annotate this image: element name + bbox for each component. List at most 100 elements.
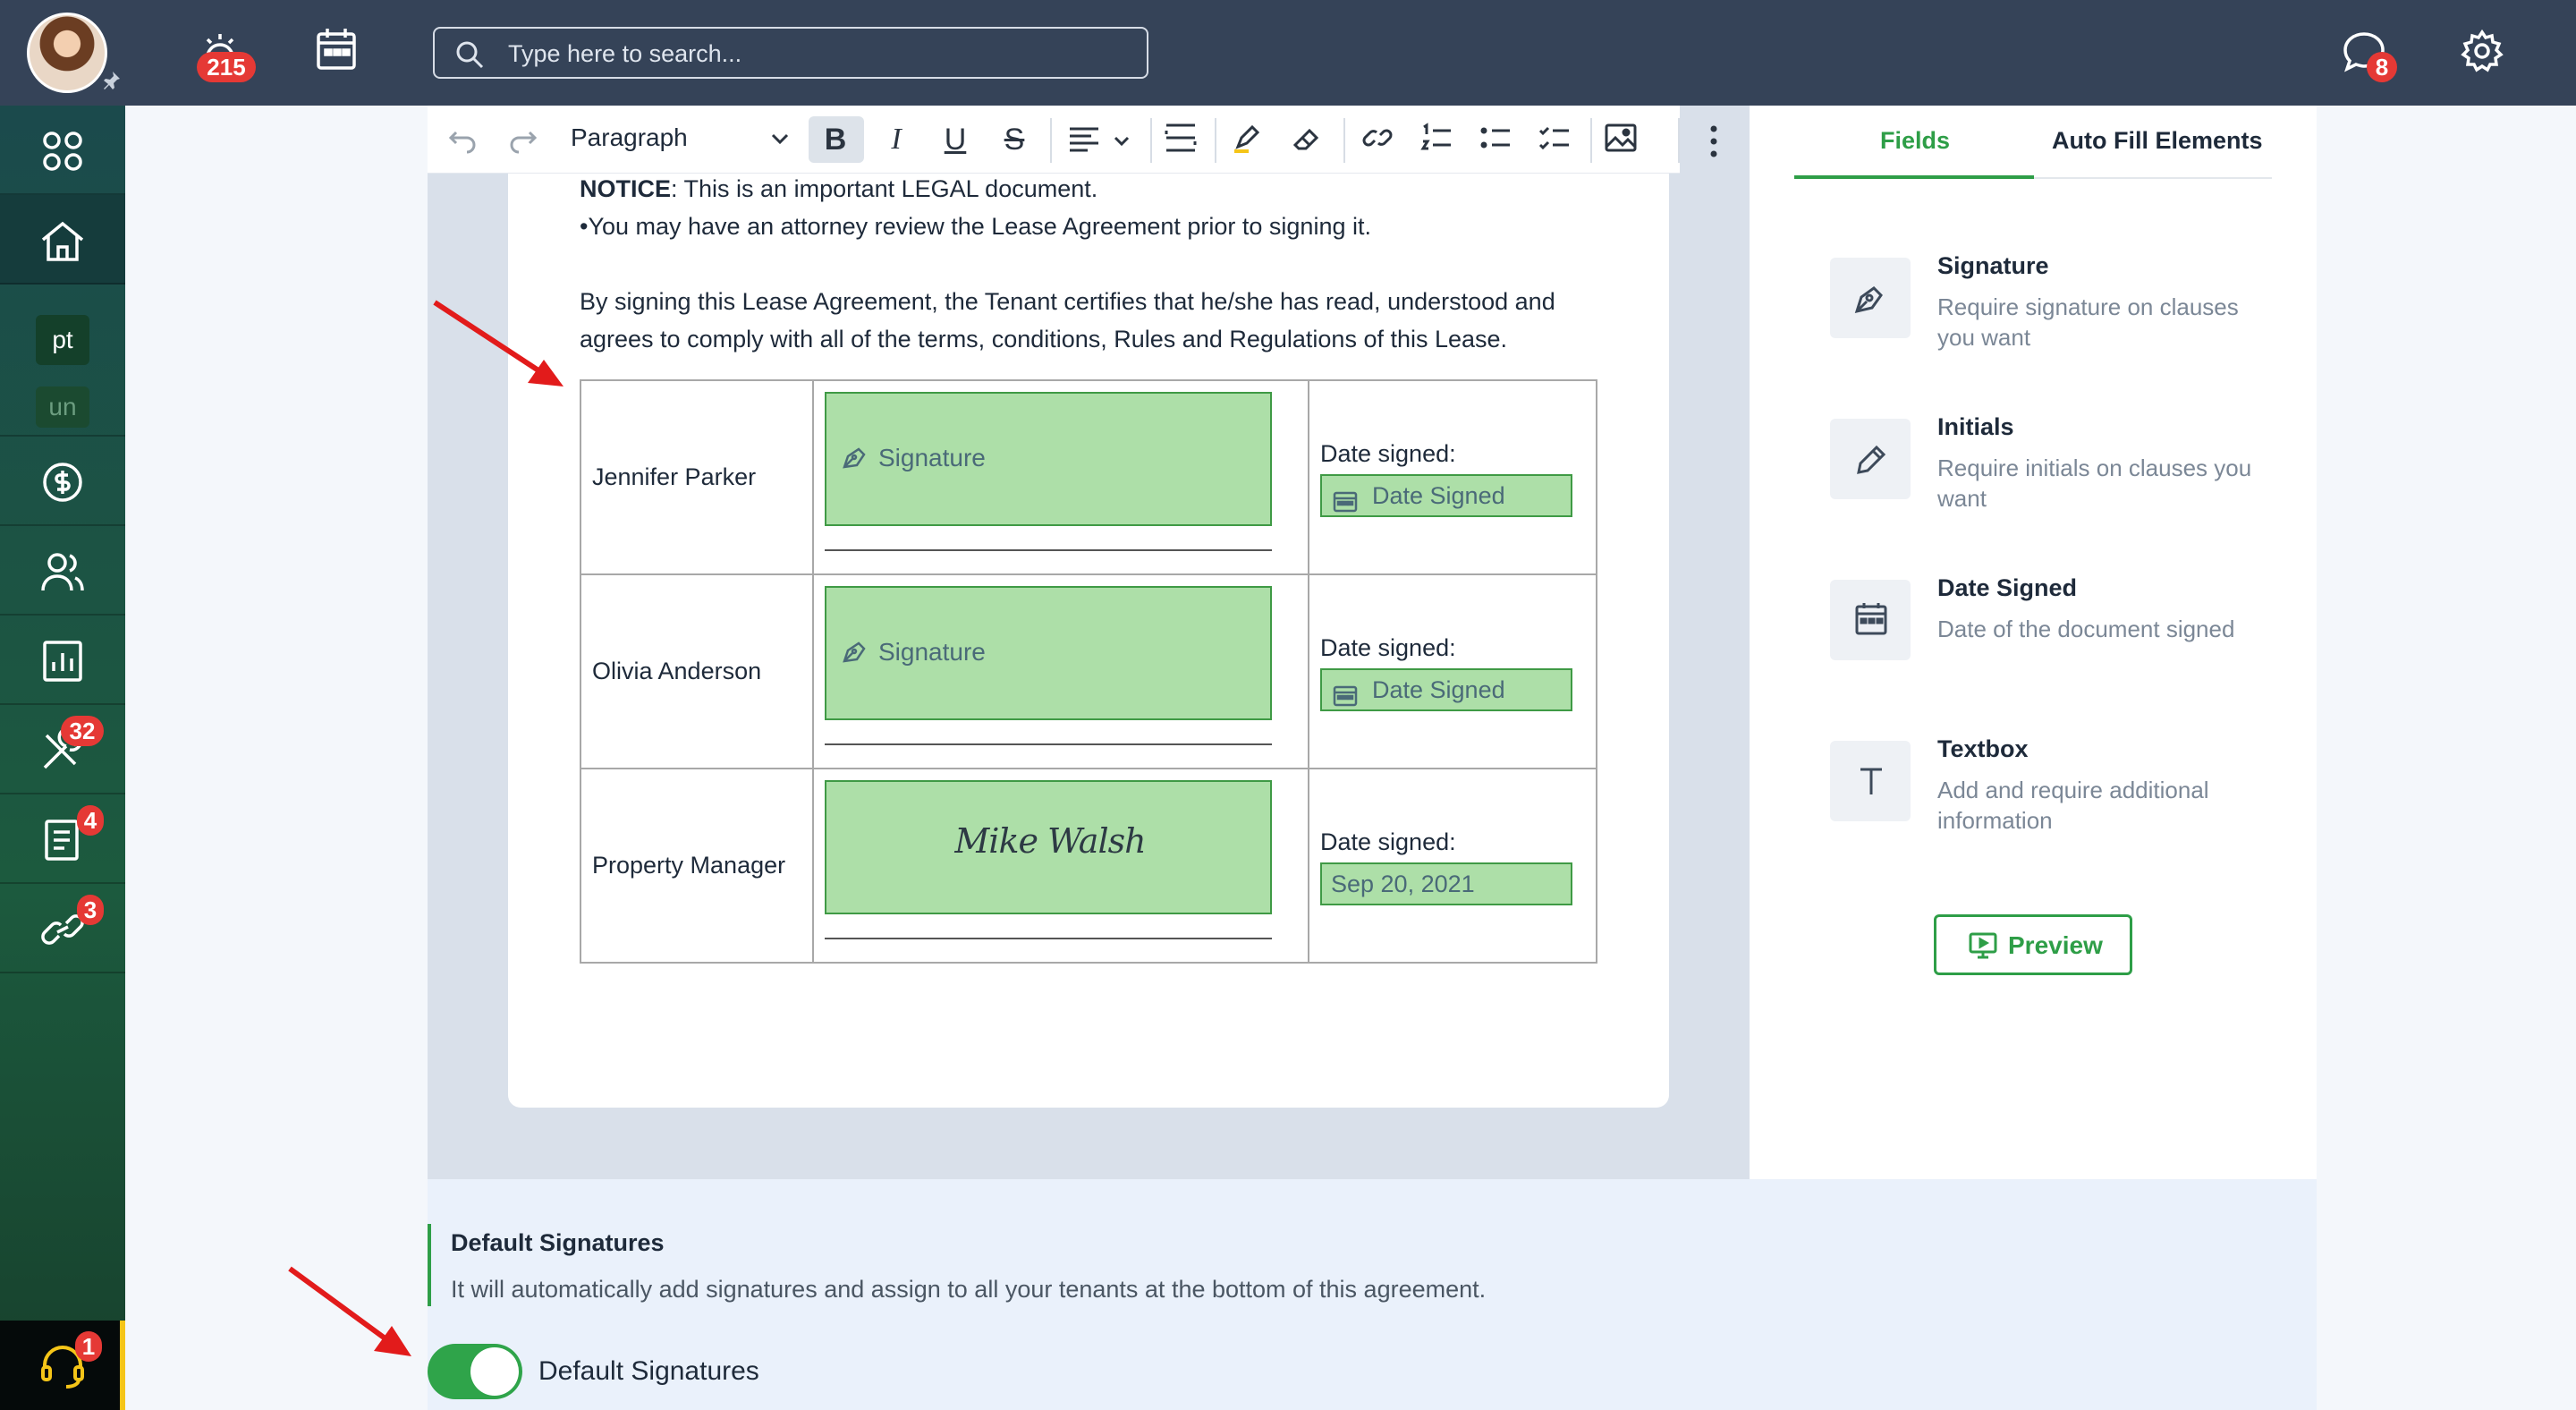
field-date-signed[interactable]: Date Signed Date of the document signed — [1830, 574, 2259, 687]
signer-name: Property Manager — [592, 852, 786, 879]
date-signed-field[interactable]: Date Signed — [1320, 668, 1572, 711]
bullet-list-icon[interactable] — [1478, 122, 1513, 157]
toolbar-separator — [1050, 118, 1052, 163]
highlighter-icon[interactable] — [1229, 122, 1265, 157]
date-signed-field[interactable]: Date Signed — [1320, 474, 1572, 517]
bold-icon[interactable]: B — [818, 122, 853, 157]
more-options-icon[interactable] — [1705, 123, 1723, 164]
toolbar-separator — [1215, 118, 1216, 163]
sidebar-item-accounting[interactable] — [0, 437, 125, 526]
table-row: Property Manager Mike Walsh Date signed:… — [580, 768, 1597, 964]
tab-fields[interactable]: Fields — [1880, 127, 1950, 155]
sidebar-item-maintenance[interactable]: 32 — [0, 705, 125, 794]
notice-label: NOTICE — [580, 175, 672, 202]
toolbar-separator — [1678, 118, 1680, 163]
italic-icon[interactable]: I — [878, 122, 914, 157]
field-signature[interactable]: Signature Require signature on clauses y… — [1830, 252, 2259, 365]
link-icon[interactable] — [1360, 122, 1395, 157]
pin-icon — [100, 70, 122, 91]
sidebar-item-documents[interactable]: 4 — [0, 794, 125, 884]
toolbar-separator — [1343, 118, 1345, 163]
support-badge: 1 — [75, 1331, 102, 1362]
calendar-icon[interactable] — [315, 27, 358, 72]
signature-field[interactable]: Signature — [825, 586, 1272, 720]
support-button[interactable]: 1 — [0, 1321, 125, 1410]
date-signed-value: Date Signed — [1372, 482, 1505, 509]
field-description: Date of the document signed — [1937, 616, 2235, 642]
signature-field[interactable]: Mike Walsh — [825, 780, 1272, 914]
redo-icon[interactable] — [504, 122, 540, 157]
field-textbox[interactable]: Textbox Add and require additional infor… — [1830, 735, 2259, 848]
pencil-icon — [1830, 419, 1911, 499]
field-title: Textbox — [1937, 735, 2029, 762]
paragraph-style-dropdown[interactable]: Paragraph — [571, 123, 688, 152]
notifications-badge: 215 — [197, 52, 256, 82]
signature-field[interactable]: Signature — [825, 392, 1272, 526]
notice-text: : This is an important LEGAL document. — [671, 175, 1098, 202]
calendar-icon — [1333, 485, 1358, 524]
default-signatures-toggle[interactable] — [428, 1344, 522, 1399]
eraser-icon[interactable] — [1288, 122, 1324, 157]
align-chevron-icon[interactable] — [1104, 122, 1140, 157]
numbered-list-icon[interactable] — [1419, 122, 1454, 157]
toggle-knob — [470, 1347, 519, 1396]
sidebar-item-un[interactable]: un — [36, 386, 89, 428]
date-signed-field[interactable]: Sep 20, 2021 — [1320, 862, 1572, 905]
field-initials[interactable]: Initials Require initials on clauses you… — [1830, 413, 2259, 526]
top-bar: 215 Type here to search... 8 — [0, 0, 2576, 106]
field-title: Initials — [1937, 413, 2014, 440]
signer-name: Jennifer Parker — [592, 463, 757, 490]
home-icon — [39, 220, 86, 261]
pen-nib-icon — [841, 638, 868, 669]
signer-name: Olivia Anderson — [592, 658, 762, 684]
tab-active-indicator — [1794, 175, 2034, 179]
date-signed-value: Date Signed — [1372, 676, 1505, 703]
signed-signature: Mike Walsh — [954, 821, 1146, 861]
underline-icon[interactable]: U — [937, 122, 973, 157]
field-description: Require signature on clauses you want — [1937, 293, 2239, 351]
signature-line — [825, 549, 1272, 551]
sidebar-item-pt[interactable]: pt — [36, 315, 89, 365]
sidebar-item-home[interactable] — [0, 195, 125, 285]
sidebar-item-reports[interactable] — [0, 616, 125, 705]
default-signatures-toggle-label: Default Signatures — [538, 1356, 759, 1386]
preview-button[interactable]: Preview — [1934, 914, 2132, 975]
report-chart-icon — [39, 641, 86, 682]
paragraph-dropdown-chevron-icon[interactable] — [762, 122, 798, 157]
strikethrough-icon[interactable]: S — [996, 122, 1032, 157]
monitor-play-icon — [1969, 931, 1997, 966]
image-icon[interactable] — [1603, 122, 1639, 157]
field-description: Add and require additional information — [1937, 777, 2209, 834]
field-title: Signature — [1937, 252, 2049, 279]
preview-label: Preview — [2008, 931, 2103, 959]
chat-badge: 8 — [2367, 52, 2397, 82]
calendar-icon — [1830, 580, 1911, 660]
gear-icon[interactable] — [2460, 29, 2504, 73]
checklist-icon[interactable] — [1537, 122, 1572, 157]
avatar[interactable] — [27, 13, 107, 93]
search-placeholder: Type here to search... — [508, 40, 742, 67]
sidebar-item-links[interactable]: 3 — [0, 884, 125, 973]
sidebar-item-apps[interactable] — [0, 106, 125, 195]
signature-line — [825, 743, 1272, 745]
signature-label: Signature — [878, 638, 986, 666]
field-title: Date Signed — [1937, 574, 2078, 601]
annotation-arrow — [433, 300, 564, 386]
align-icon[interactable] — [1066, 122, 1102, 157]
table-row: Jennifer Parker Signature Date signed: D… — [580, 379, 1597, 575]
table-row: Olivia Anderson Signature Date signed: D… — [580, 573, 1597, 769]
notice-line: NOTICE: This is an important LEGAL docum… — [580, 170, 1097, 208]
page-break-icon[interactable] — [1163, 122, 1199, 157]
undo-icon[interactable] — [445, 122, 481, 157]
apps-grid-icon — [39, 131, 86, 172]
tab-auto-fill-elements[interactable]: Auto Fill Elements — [2052, 127, 2263, 155]
search-input[interactable]: Type here to search... — [433, 27, 1148, 79]
sidebar-item-people[interactable] — [0, 526, 125, 616]
certify-paragraph-line1: By signing this Lease Agreement, the Ten… — [580, 288, 1555, 315]
signature-table: Jennifer Parker Signature Date signed: D… — [580, 379, 1597, 964]
search-icon — [454, 39, 485, 74]
attorney-bullet: •You may have an attorney review the Lea… — [580, 213, 1371, 240]
dollar-circle-icon — [39, 462, 86, 503]
tools-badge: 32 — [61, 716, 104, 746]
date-signed-label: Date signed: — [1320, 440, 1456, 467]
